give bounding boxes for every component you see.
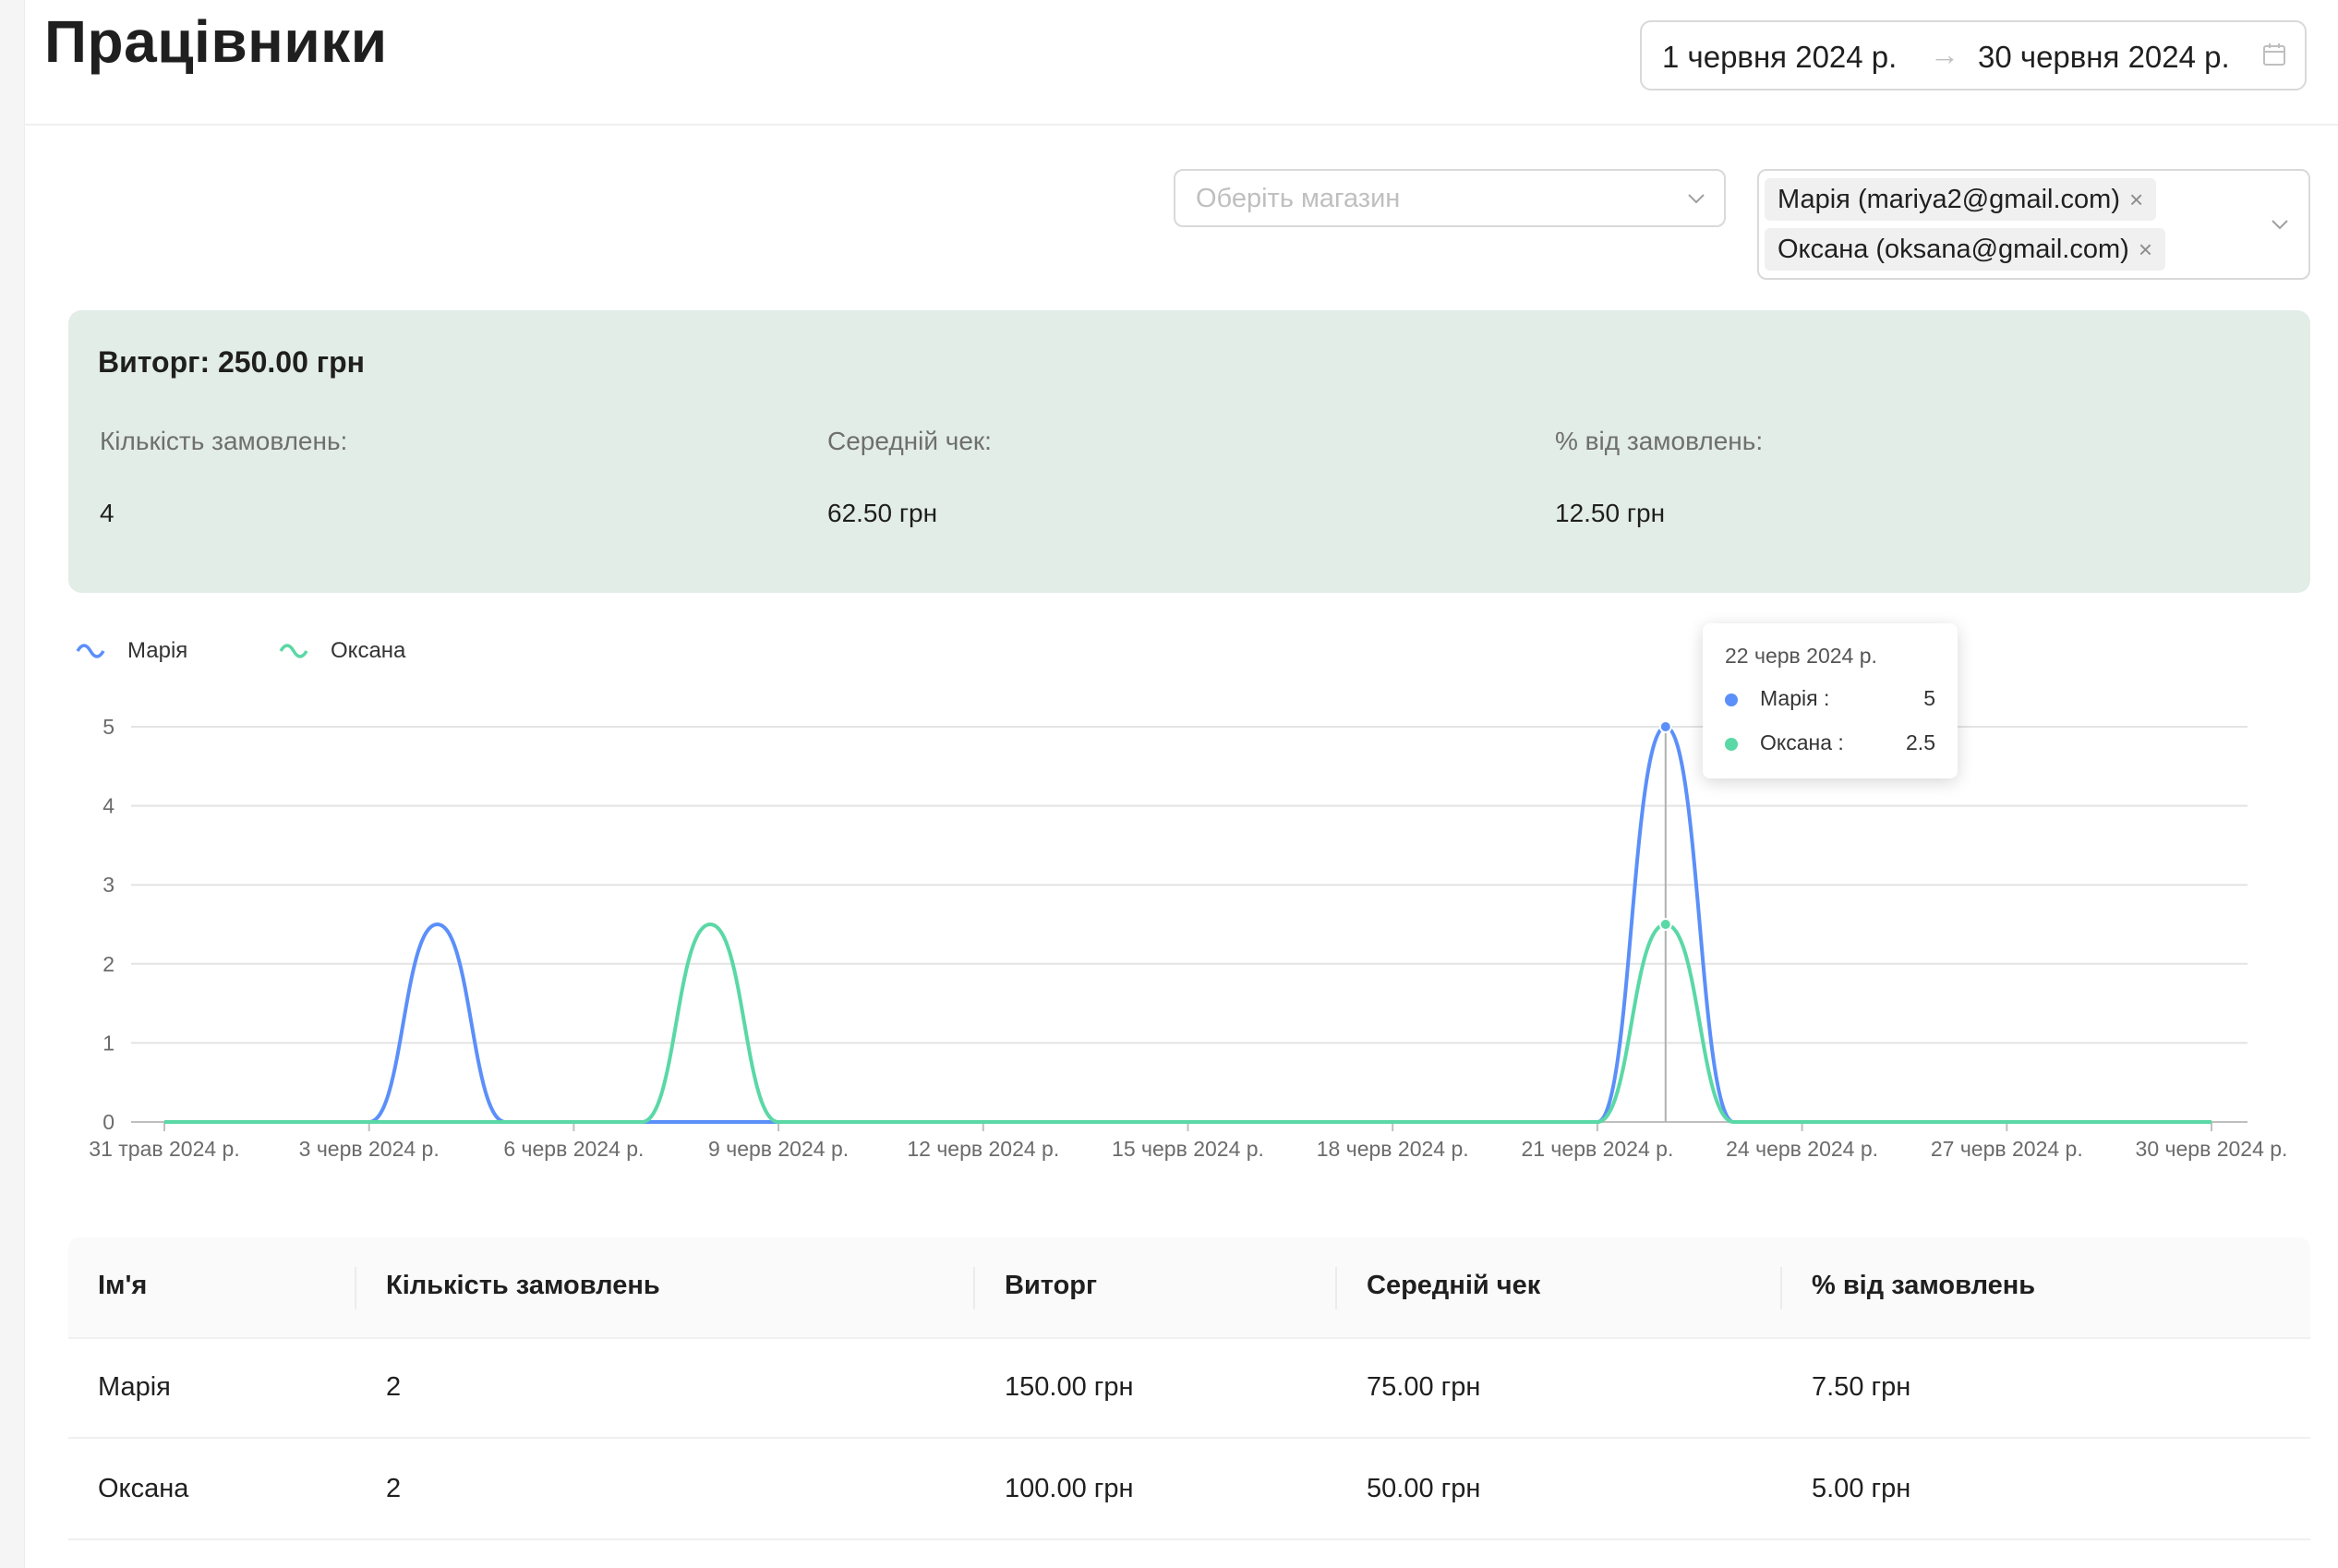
y-tick-label: 5 [102, 715, 114, 739]
x-tick-label: 15 черв 2024 р. [1112, 1137, 1264, 1161]
stat-value-avg-check: 62.50 грн [827, 499, 938, 527]
employee-tag-label: Марія (mariya2@gmail.com) [1778, 185, 2120, 214]
chevron-down-icon [2272, 220, 2288, 230]
cell-name: Марія [98, 1372, 171, 1402]
table-row[interactable]: Марія 2 150.00 грн 75.00 грн 7.50 грн [68, 1337, 2310, 1439]
tooltip-date: 22 черв 2024 р. [1725, 644, 1877, 668]
y-tick-label: 3 [102, 873, 114, 897]
cell-percent: 7.50 грн [1812, 1372, 1911, 1402]
date-range-picker[interactable]: 1 червня 2024 р. → 30 червня 2024 р. [1640, 20, 2307, 90]
close-icon[interactable]: × [2139, 235, 2152, 263]
arrow-right-icon: → [1930, 38, 1959, 71]
x-tick-label: 12 черв 2024 р. [907, 1137, 1059, 1161]
legend-line-icon [279, 644, 308, 658]
series-dot-icon [1725, 694, 1738, 706]
stat-label-avg-check: Середній чек: [827, 427, 992, 455]
cell-avg-check: 75.00 грн [1367, 1372, 1481, 1402]
tooltip-series-value: 2.5 [1906, 730, 1935, 754]
y-tick-label: 1 [102, 1031, 114, 1055]
cell-percent: 5.00 грн [1812, 1474, 1911, 1503]
y-tick-label: 4 [102, 794, 114, 818]
legend-label[interactable]: Марія [127, 638, 187, 663]
x-tick-label: 9 черв 2024 р. [708, 1137, 849, 1161]
data-point [1658, 918, 1672, 931]
x-tick-label: 27 черв 2024 р. [1931, 1137, 2083, 1161]
column-header-percent[interactable]: % від замовлень [1812, 1271, 2035, 1301]
column-divider [355, 1267, 356, 1309]
close-icon[interactable]: × [2129, 186, 2143, 213]
y-tick-label: 0 [102, 1110, 114, 1134]
employee-tag-label: Оксана (oksana@gmail.com) [1778, 235, 2129, 264]
cell-orders: 2 [386, 1372, 402, 1402]
x-tick-label: 18 черв 2024 р. [1317, 1137, 1469, 1161]
store-select[interactable]: Оберіть магазин [1174, 169, 1726, 227]
series-line-maria [164, 725, 2211, 1124]
x-tick-label: 31 трав 2024 р. [89, 1137, 239, 1161]
date-range-start[interactable]: 1 червня 2024 р. [1662, 40, 1897, 75]
cell-revenue: 100.00 грн [1005, 1474, 1134, 1503]
column-header-orders[interactable]: Кількість замовлень [386, 1271, 660, 1301]
employee-tag[interactable]: Марія (mariya2@gmail.com) × [1765, 178, 2157, 221]
column-divider [1335, 1267, 1337, 1309]
summary-card: Виторг: 250.00 грн Кількість замовлень: … [68, 310, 2310, 593]
tooltip-series-value: 5 [1923, 686, 1935, 710]
legend-line-icon [76, 644, 105, 658]
calendar-icon [2263, 43, 2285, 66]
chart-tooltip: 22 черв 2024 р. Марія : 5 Оксана : 2.5 [1703, 623, 1958, 778]
employee-tag[interactable]: Оксана (oksana@gmail.com) × [1765, 228, 2165, 271]
x-tick-label: 3 черв 2024 р. [299, 1137, 440, 1161]
stat-label-orders: Кількість замовлень: [100, 427, 348, 455]
cell-orders: 2 [386, 1474, 402, 1503]
cell-avg-check: 50.00 грн [1367, 1474, 1481, 1503]
x-tick-label: 24 черв 2024 р. [1726, 1137, 1878, 1161]
chart-canvas[interactable]: 0 1 2 3 4 5 31 трав 2024 р. 3 черв 2024 р. 6 чер… [0, 609, 2338, 1191]
column-divider [973, 1267, 975, 1309]
x-tick-label: 21 черв 2024 р. [1521, 1137, 1673, 1161]
x-tick-label: 6 черв 2024 р. [503, 1137, 644, 1161]
legend-label[interactable]: Оксана [331, 638, 406, 663]
table-header-row: Ім'я Кількість замовлень Виторг Середній… [68, 1237, 2310, 1339]
stat-value-orders: 4 [100, 499, 114, 527]
date-range-end[interactable]: 30 червня 2024 р. [1978, 40, 2230, 75]
table-row[interactable]: Оксана 2 100.00 грн 50.00 грн 5.00 грн [68, 1439, 2310, 1540]
column-divider [1780, 1267, 1782, 1309]
x-tick-label: 30 черв 2024 р. [2136, 1137, 2288, 1161]
stat-value-percent: 12.50 грн [1555, 499, 1666, 527]
series-dot-icon [1725, 738, 1738, 751]
page-title: Працівники [44, 8, 388, 75]
data-point [1658, 720, 1672, 733]
tooltip-series-name: Марія : [1760, 686, 1830, 710]
cell-name: Оксана [98, 1474, 189, 1503]
revenue-total: Виторг: 250.00 грн [98, 345, 365, 379]
stat-label-percent: % від замовлень: [1555, 427, 1764, 455]
column-header-revenue[interactable]: Виторг [1005, 1271, 1097, 1301]
store-select-placeholder: Оберіть магазин [1196, 184, 1401, 213]
column-header-avg-check[interactable]: Середній чек [1367, 1271, 1540, 1301]
y-tick-label: 2 [102, 952, 114, 976]
column-header-name[interactable]: Ім'я [98, 1271, 147, 1301]
tooltip-series-name: Оксана : [1760, 730, 1844, 754]
chevron-down-icon [1688, 194, 1705, 204]
orders-chart[interactable]: 0 1 2 3 4 5 31 трав 2024 р. 3 черв 2024 р. 6 чер… [0, 609, 2338, 1191]
cell-revenue: 150.00 грн [1005, 1372, 1134, 1402]
employee-select[interactable]: Марія (mariya2@gmail.com) × Оксана (oksan… [1757, 169, 2310, 280]
